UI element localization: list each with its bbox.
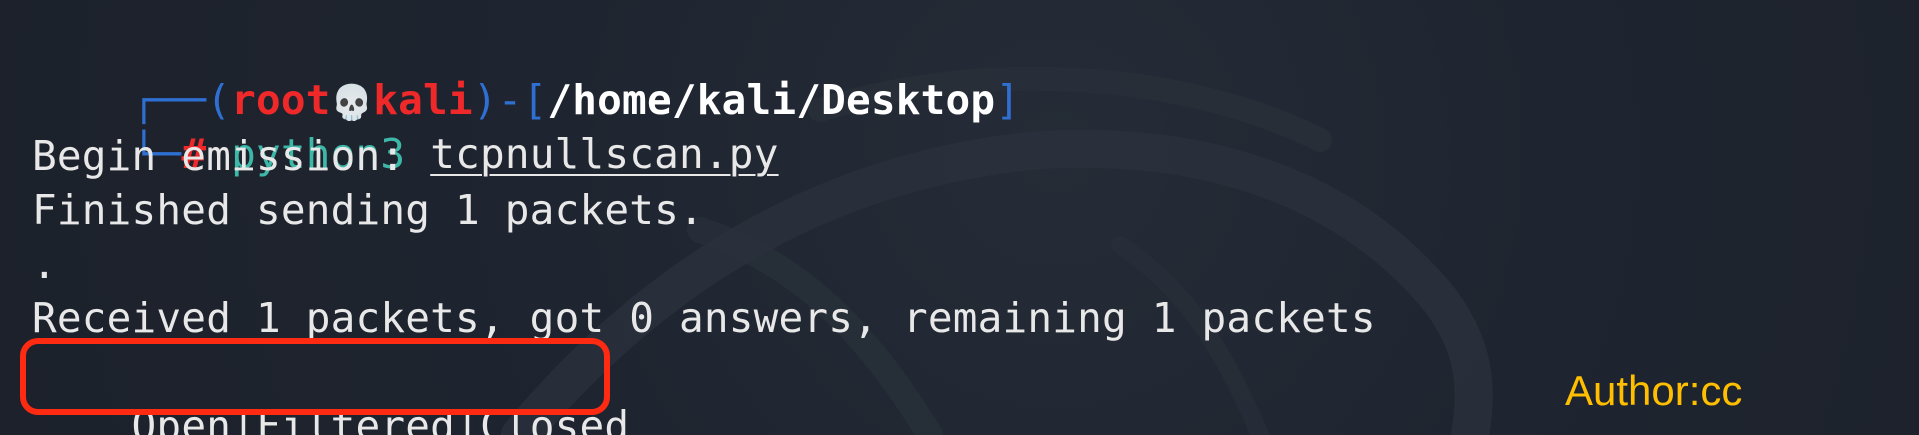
output-line: . <box>32 240 57 288</box>
terminal-window[interactable]: ┌──(root💀kali)-[/home/kali/Desktop] └─# … <box>0 0 1919 435</box>
output-line: Finished sending 1 packets. <box>32 186 704 234</box>
output-line: Begin emission: <box>32 132 406 180</box>
result-separator: | <box>455 402 480 435</box>
scan-result-line: Open|Filtered|Closed <box>32 348 630 435</box>
result-filtered: Filtered <box>255 402 456 435</box>
command-argument: tcpnullscan.py <box>430 130 779 178</box>
output-line: Received 1 packets, got 0 answers, remai… <box>32 294 1376 342</box>
prompt-path-close: ] <box>995 76 1021 124</box>
command-line[interactable]: └─# python3 tcpnullscan.py <box>32 76 779 178</box>
result-closed: Closed <box>479 402 630 435</box>
result-open: Open <box>131 402 232 435</box>
prompt-line: ┌──(root💀kali)-[/home/kali/Desktop] <box>32 22 1020 124</box>
result-separator: | <box>231 402 256 435</box>
author-watermark: Author:cc <box>1565 367 1743 414</box>
